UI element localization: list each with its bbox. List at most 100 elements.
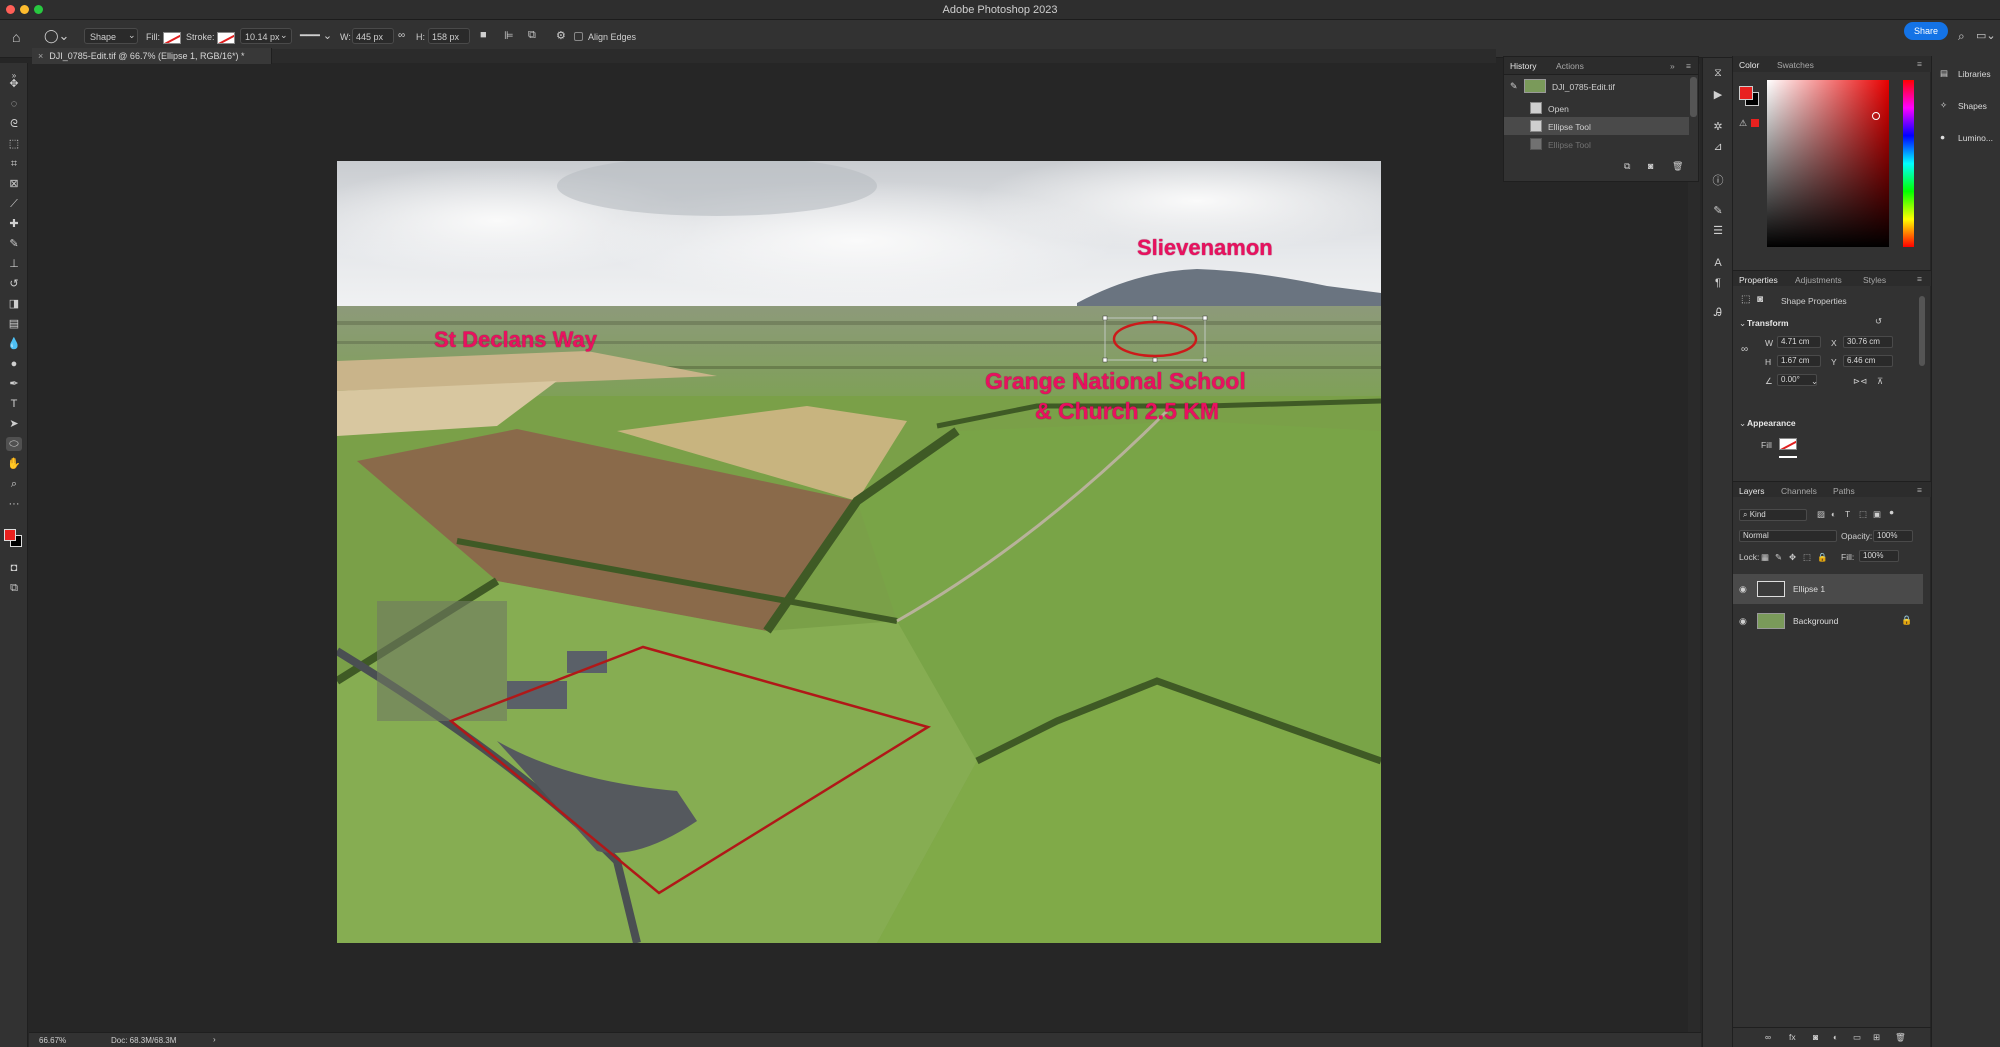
search-icon[interactable]: ⌕ [1958, 29, 1965, 44]
tab-color[interactable]: Color [1739, 60, 1759, 70]
marquee-tool-icon[interactable]: ◌ [6, 97, 22, 111]
lock-all-icon[interactable]: 🔒 [1817, 552, 1828, 563]
history-scrollbar[interactable] [1690, 77, 1697, 117]
fx-icon[interactable]: fx [1789, 1032, 1796, 1042]
add-mask-icon[interactable]: ◙ [1813, 1032, 1818, 1042]
mask-icon[interactable]: ◙ [1757, 294, 1763, 305]
workspace-icon[interactable]: ▭⌄ [1976, 29, 1996, 42]
luminosity-icon[interactable]: ● [1940, 132, 1945, 142]
zoom-tool-icon[interactable]: ⌕ [6, 477, 22, 491]
chevron-down-icon[interactable]: ⌄ [1739, 318, 1746, 329]
share-button[interactable]: Share [1904, 22, 1948, 40]
history-item[interactable]: Open [1504, 99, 1689, 117]
opacity-field[interactable]: 100% [1873, 530, 1913, 542]
home-icon[interactable]: ⌂ [12, 29, 20, 45]
flip-vertical-icon[interactable]: ⊼ [1877, 376, 1883, 387]
new-layer-icon[interactable]: ⊞ [1873, 1032, 1880, 1043]
filter-toggle-icon[interactable]: ● [1889, 507, 1894, 517]
gradient-tool-icon[interactable]: ▤ [6, 317, 22, 331]
tab-actions[interactable]: Actions [1556, 61, 1584, 71]
shapes-icon[interactable]: ✧ [1940, 100, 1947, 111]
gamut-color-chip[interactable] [1751, 119, 1759, 127]
filter-shape-icon[interactable]: ⬚ [1859, 509, 1867, 520]
new-group-icon[interactable]: ▭ [1853, 1032, 1861, 1043]
brush-tool-icon[interactable]: ✎ [6, 237, 22, 251]
screen-mode-icon[interactable]: ⧉ [6, 581, 22, 595]
transform-header[interactable]: Transform [1747, 318, 1789, 328]
panel-menu-icon[interactable]: ≡ [1686, 61, 1691, 71]
fill-swatch[interactable] [163, 32, 181, 44]
layer-filter-kind[interactable]: ⌕ Kind [1739, 509, 1807, 521]
history-snapshot[interactable]: ✎ DJI_0785-Edit.tif [1504, 77, 1689, 95]
lock-image-icon[interactable]: ✎ [1775, 552, 1782, 563]
path-alignment-icon[interactable]: ⊫ [504, 29, 514, 42]
filter-smart-object-icon[interactable]: ▣ [1873, 509, 1881, 520]
adjustment-layer-icon[interactable]: ◐ [1833, 1032, 1838, 1042]
info-icon[interactable]: ⓘ [1711, 174, 1725, 188]
eye-icon[interactable]: ◉ [1739, 584, 1747, 595]
ellipse-tool-preset-icon[interactable]: ◯⌄ [44, 28, 69, 44]
lock-transparent-icon[interactable]: ▦ [1761, 552, 1769, 563]
shapes-label[interactable]: Shapes [1958, 101, 1987, 111]
camera-icon[interactable]: ◙ [1648, 161, 1653, 171]
more-tools-icon[interactable]: ··· [6, 497, 22, 511]
healing-brush-tool-icon[interactable]: ✚ [6, 217, 22, 231]
tab-channels[interactable]: Channels [1781, 486, 1817, 496]
move-tool-icon[interactable]: ✥ [6, 77, 22, 91]
tab-adjustments[interactable]: Adjustments [1795, 275, 1842, 285]
sliders-icon[interactable]: ☰ [1711, 224, 1725, 238]
link-layers-icon[interactable]: ∞ [1765, 1032, 1771, 1042]
actions-panel-icon[interactable]: ▶ [1711, 88, 1725, 102]
clone-stamp-tool-icon[interactable]: ⊥ [6, 257, 22, 271]
panel-menu-icon[interactable]: ≡ [1917, 274, 1922, 284]
hue-slider[interactable] [1903, 80, 1914, 247]
align-edges-checkbox[interactable] [574, 32, 583, 41]
filter-pixel-icon[interactable]: ▨ [1817, 509, 1825, 520]
history-brush-source-icon[interactable]: ✎ [1510, 81, 1518, 92]
lasso-tool-icon[interactable]: ᘓ [6, 117, 22, 131]
link-icon[interactable]: ∞ [1741, 344, 1748, 355]
dodge-tool-icon[interactable]: ● [6, 357, 22, 371]
prop-x-field[interactable]: 30.76 cm [1843, 336, 1893, 348]
appearance-fill-swatch[interactable] [1779, 438, 1797, 450]
levels-icon[interactable]: ⊿ [1711, 140, 1725, 154]
filter-adjustment-icon[interactable]: ◐ [1831, 509, 1836, 519]
tab-paths[interactable]: Paths [1833, 486, 1855, 496]
document-tab[interactable]: × DJI_0785-Edit.tif @ 66.7% (Ellipse 1, R… [32, 48, 272, 64]
properties-scrollbar[interactable] [1919, 296, 1925, 366]
document-canvas[interactable]: Slievenamon St Declans Way Grange Nation… [337, 161, 1381, 943]
blend-mode-select[interactable]: Normal [1739, 530, 1837, 542]
vertical-scrollbar[interactable] [1688, 64, 1700, 1032]
tab-properties[interactable]: Properties [1739, 275, 1778, 285]
chevron-down-icon[interactable]: ⌄ [280, 30, 288, 41]
gear-icon[interactable]: ⚙ [556, 29, 566, 42]
history-panel-icon[interactable]: ⧖ [1711, 66, 1725, 80]
crop-tool-icon[interactable]: ⌗ [6, 157, 22, 171]
color-field[interactable] [1767, 80, 1889, 247]
link-icon[interactable]: ∞ [398, 30, 405, 41]
warning-icon[interactable]: ⚠ [1739, 118, 1747, 129]
eye-icon[interactable]: ◉ [1739, 616, 1747, 627]
frame-tool-icon[interactable]: ⊠ [6, 177, 22, 191]
glyphs-icon[interactable]: Ꭿ [1711, 306, 1725, 320]
layer-row[interactable]: ◉ Ellipse 1 [1733, 574, 1923, 604]
tab-swatches[interactable]: Swatches [1777, 60, 1814, 70]
hand-tool-icon[interactable]: ✋ [6, 457, 22, 471]
filter-type-icon[interactable]: T [1845, 509, 1850, 519]
lock-artboard-icon[interactable]: ⬚ [1803, 552, 1811, 563]
prop-h-field[interactable]: 1.67 cm [1777, 355, 1821, 367]
tab-layers[interactable]: Layers [1739, 486, 1765, 496]
fill-field[interactable]: 100% [1859, 550, 1899, 562]
prop-y-field[interactable]: 6.46 cm [1843, 355, 1893, 367]
chevron-down-icon[interactable]: ⌄ [1811, 376, 1818, 387]
chevron-down-icon[interactable]: ⌄ [1739, 418, 1746, 429]
object-selection-tool-icon[interactable]: ⬚ [6, 137, 22, 151]
zoom-level[interactable]: 66.67% [39, 1036, 66, 1045]
appearance-stroke-swatch[interactable] [1779, 456, 1797, 458]
close-icon[interactable]: × [38, 51, 43, 61]
adjustments-icon[interactable]: ✲ [1711, 120, 1725, 134]
quick-mask-icon[interactable]: ◘ [6, 561, 22, 575]
foreground-color-chip[interactable] [1739, 86, 1753, 100]
character-icon[interactable]: A [1711, 256, 1725, 270]
panel-menu-icon[interactable]: ≡ [1917, 485, 1922, 495]
